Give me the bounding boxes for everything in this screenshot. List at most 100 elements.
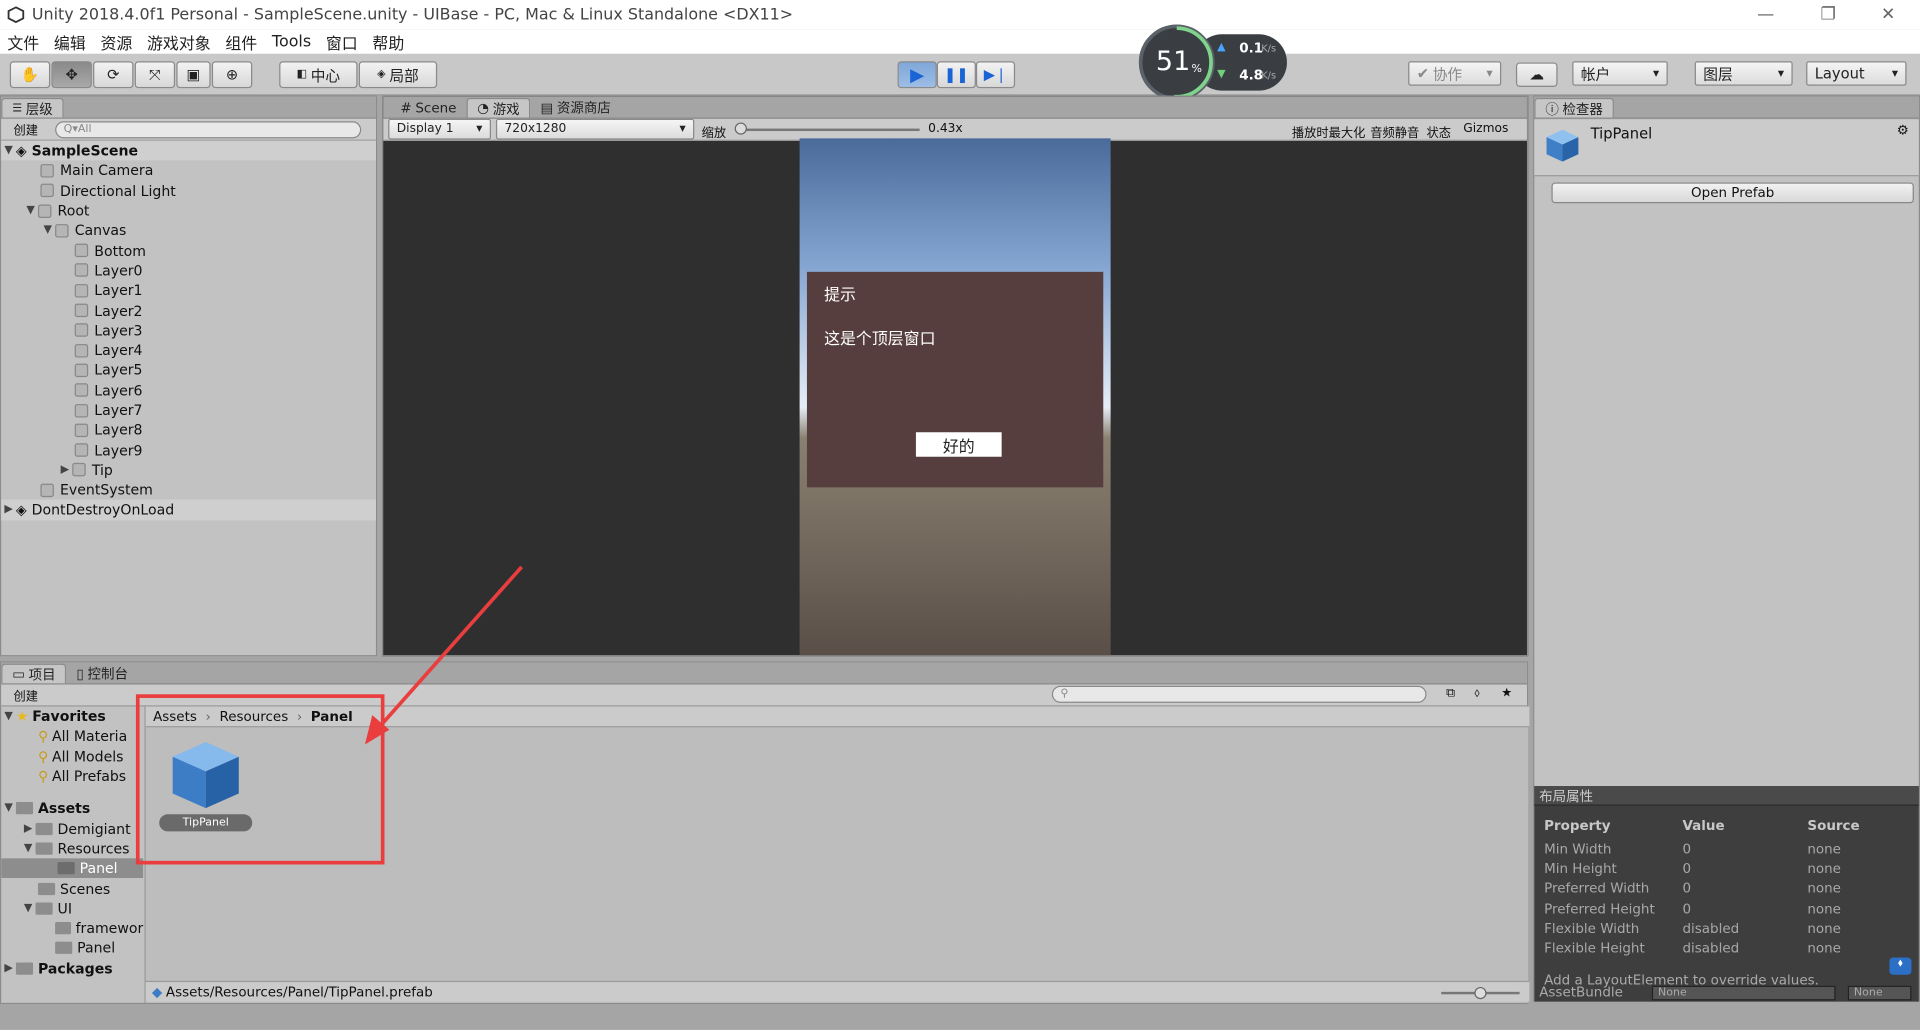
hierarchy-item-layer1[interactable]: Layer1: [1, 281, 376, 301]
packages-folder[interactable]: ▶ Packages: [1, 958, 143, 978]
hierarchy-item-label: Layer7: [94, 401, 143, 419]
hierarchy-item-layer7[interactable]: Layer7: [1, 400, 376, 420]
gameobject-icon: [74, 243, 89, 258]
folder-icon: [35, 822, 53, 835]
gizmos-dropdown[interactable]: Gizmos: [1463, 122, 1508, 135]
assets-folder[interactable]: ▼ Assets: [1, 799, 143, 819]
project-folder-icon: ▭: [12, 666, 25, 683]
rect-tool-button[interactable]: ▣: [176, 61, 211, 89]
folder-ui[interactable]: ▼ UI: [1, 898, 143, 918]
menu-file[interactable]: 文件: [7, 30, 39, 53]
move-icon: ✥: [65, 66, 78, 84]
folder-icon: [35, 842, 53, 855]
resolution-dropdown[interactable]: 720x1280: [495, 118, 695, 140]
move-tool-button[interactable]: ✥: [51, 61, 92, 89]
hierarchy-item-eventsystem[interactable]: EventSystem: [1, 480, 376, 500]
hierarchy-item-tip[interactable]: ▶ Tip: [1, 460, 376, 480]
mute-audio-toggle[interactable]: 音频静音: [1370, 122, 1419, 140]
minimize-button[interactable]: —: [1741, 0, 1790, 29]
hierarchy-create-button[interactable]: 创建: [13, 120, 37, 138]
scale-tool-button[interactable]: ⤧: [134, 61, 176, 89]
menu-help[interactable]: 帮助: [372, 30, 404, 53]
tab-inspector[interactable]: ⓘ 检查器: [1534, 97, 1614, 118]
hierarchy-item-layer0[interactable]: Layer0: [1, 261, 376, 281]
rotate-tool-button[interactable]: ⟳: [93, 61, 134, 89]
menu-window[interactable]: 窗口: [326, 30, 358, 53]
scene-root-dontdestroyonload[interactable]: ▶ ◈ DontDestroyOnLoad: [1, 500, 376, 520]
hierarchy-item-layer5[interactable]: Layer5: [1, 360, 376, 380]
hierarchy-item-canvas[interactable]: ▼ Canvas: [1, 221, 376, 241]
filter-by-type-icon[interactable]: ⧉: [1446, 687, 1455, 700]
maximize-on-play-toggle[interactable]: 播放时最大化: [1292, 122, 1365, 140]
hierarchy-tab-icon: ☰: [12, 102, 23, 115]
folder-ui-panel[interactable]: Panel: [1, 938, 143, 958]
hierarchy-item-label: Layer1: [94, 281, 143, 300]
folder-panel-selected[interactable]: Panel: [1, 858, 144, 879]
hierarchy-item-layer3[interactable]: Layer3: [1, 320, 376, 340]
hierarchy-item-root[interactable]: ▼ Root: [1, 201, 376, 221]
maximize-button[interactable]: ❐: [1804, 0, 1853, 29]
pause-button[interactable]: ❚❚: [936, 61, 976, 89]
tag-label-icon[interactable]: ⬧: [1889, 957, 1912, 975]
close-button[interactable]: ✕: [1864, 0, 1913, 29]
tab-game-label: 游戏: [492, 101, 520, 117]
favorite-all-prefabs[interactable]: ⚲ All Prefabs: [1, 766, 143, 786]
step-button[interactable]: ▶❘: [975, 61, 1016, 89]
menu-tools[interactable]: Tools: [272, 32, 311, 50]
hierarchy-item-layer6[interactable]: Layer6: [1, 380, 376, 400]
favorites-header[interactable]: ▼ ★ Favorites: [1, 707, 143, 727]
pivot-center-button[interactable]: ◧ 中心: [279, 61, 358, 89]
hierarchy-item-directional-light[interactable]: Directional Light: [1, 181, 376, 201]
settings-gear-icon[interactable]: ⚙: [1897, 122, 1909, 138]
hierarchy-item-label: Layer8: [94, 421, 143, 439]
menu-component[interactable]: 组件: [225, 30, 257, 53]
project-search-input[interactable]: ⚲: [1051, 685, 1427, 703]
assetbundle-variant-dropdown[interactable]: None: [1847, 985, 1912, 1001]
folder-framework[interactable]: framewor: [1, 918, 143, 938]
hierarchy-item-main-camera[interactable]: Main Camera: [1, 161, 376, 181]
account-dropdown[interactable]: 帐户: [1572, 61, 1668, 86]
favorite-all-materials[interactable]: ⚲ All Materia: [1, 726, 143, 746]
assetbundle-name-dropdown[interactable]: None: [1651, 985, 1836, 1001]
hand-tool-button[interactable]: ✋: [9, 61, 51, 89]
hierarchy-item-layer8[interactable]: Layer8: [1, 420, 376, 440]
scene-root-sampleScene[interactable]: ▼ ◈ SampleScene: [1, 140, 376, 161]
favorite-star-icon[interactable]: ★: [1501, 687, 1512, 700]
layout-dropdown[interactable]: Layout: [1806, 61, 1907, 86]
upload-arrow-icon: ▲: [1217, 41, 1226, 54]
hierarchy-search-input[interactable]: Q▾All: [55, 120, 362, 138]
layers-dropdown[interactable]: 图层: [1694, 61, 1793, 86]
folder-resources[interactable]: ▼ Resources: [1, 839, 143, 859]
hierarchy-item-layer2[interactable]: Layer2: [1, 300, 376, 320]
scale-slider[interactable]: [740, 128, 920, 132]
open-prefab-button[interactable]: Open Prefab: [1551, 182, 1914, 204]
hierarchy-item-bottom[interactable]: Bottom: [1, 241, 376, 261]
dialog-ok-button[interactable]: 好的: [915, 432, 1002, 457]
tab-game[interactable]: ◔ 游戏: [466, 97, 531, 118]
unity-logo-icon: [7, 6, 25, 24]
tab-project[interactable]: ▭ 项目: [1, 663, 67, 684]
project-create-button[interactable]: 创建: [13, 686, 37, 704]
folder-scenes[interactable]: Scenes: [1, 878, 143, 898]
menu-gameobject[interactable]: 游戏对象: [147, 30, 211, 53]
scale-slider-thumb[interactable]: [734, 122, 747, 135]
transform-tool-button[interactable]: ⊕: [211, 61, 253, 89]
favorite-all-models[interactable]: ⚲ All Models: [1, 746, 143, 766]
play-button[interactable]: ▶: [897, 61, 937, 89]
pivot-local-button[interactable]: ◈ 局部: [358, 61, 438, 89]
display-dropdown[interactable]: Display 1: [388, 118, 492, 140]
stats-toggle[interactable]: 状态: [1427, 122, 1451, 140]
filter-by-label-icon[interactable]: ⬨: [1474, 687, 1480, 700]
hierarchy-item-layer9[interactable]: Layer9: [1, 440, 376, 460]
menu-edit[interactable]: 编辑: [54, 30, 86, 53]
folder-demigiant[interactable]: ▶ Demigiant: [1, 819, 143, 839]
cloud-button[interactable]: ☁: [1515, 62, 1558, 87]
tab-hierarchy[interactable]: ☰ 层级: [1, 97, 64, 118]
menu-assets[interactable]: 资源: [100, 30, 132, 53]
icon-size-slider-thumb[interactable]: [1474, 986, 1487, 1000]
hierarchy-item-layer4[interactable]: Layer4: [1, 340, 376, 360]
tab-asset-store[interactable]: ▤ 资源商店: [531, 98, 621, 118]
tab-scene[interactable]: # Scene: [391, 98, 467, 118]
tab-console[interactable]: ▯ 控制台: [67, 664, 138, 684]
collab-dropdown[interactable]: ✔ 协作: [1408, 61, 1502, 86]
